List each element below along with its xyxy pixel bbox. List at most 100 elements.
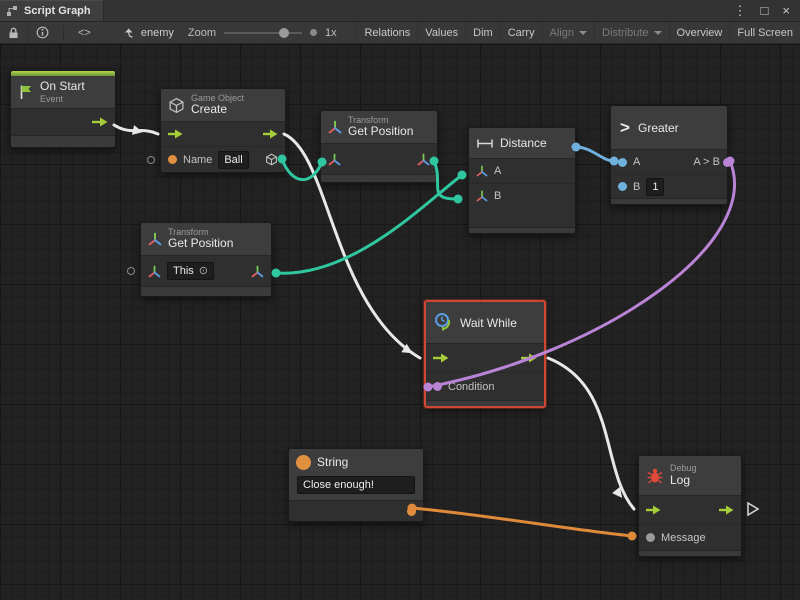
position-output-port[interactable] [417,153,430,166]
lock-icon [8,27,19,39]
input-port-a[interactable] [618,158,627,167]
wire-arrowhead [612,487,626,501]
node-string[interactable]: String Close enough! [288,448,424,522]
zoom-slider-track[interactable] [224,32,302,34]
control-input-port[interactable] [433,353,449,363]
object-picker-icon[interactable]: ⊙ [199,264,208,278]
unconnected-control-output-arrow [748,503,758,515]
node-on-start-event[interactable]: On Start Event [10,70,116,148]
script-graph-icon [6,5,18,17]
relations-button[interactable]: Relations [356,22,417,43]
transform-input-port[interactable] [148,265,161,278]
node-debug-log[interactable]: Debug Log Message [638,455,742,557]
node-game-object-create[interactable]: Game Object Create Name Ball [160,88,286,173]
b-value-field[interactable]: 1 [646,178,664,196]
result-output-port[interactable] [723,158,732,167]
flag-icon [18,84,34,100]
node-header: Transform Get Position [321,111,437,144]
control-output-port[interactable] [521,353,537,363]
name-value-field[interactable]: Ball [218,151,248,169]
string-output-port[interactable] [407,507,416,516]
graph-breadcrumb[interactable]: enemy [123,27,174,39]
overview-button[interactable]: Overview [669,22,730,43]
unconnected-port-ring [127,267,135,275]
wire-arrowhead [132,125,144,137]
info-icon [36,26,49,39]
node-footer [141,286,271,296]
target-object-field[interactable]: This ⊙ [167,262,214,280]
node-title: On Start [40,80,85,94]
node-value-area: Close enough! [289,475,423,501]
full-screen-button[interactable]: Full Screen [729,22,800,43]
wait-clock-icon [433,312,454,333]
node-subtitle: Event [40,94,85,104]
window-menu-icon[interactable]: ⋮ [734,4,747,17]
input-port-b[interactable] [618,182,627,191]
control-output-port[interactable] [263,129,278,139]
align-button[interactable]: Align [542,22,594,43]
port-label: Message [661,532,706,544]
wire-arrowhead [401,344,415,358]
window-tab[interactable]: Script Graph [0,0,104,21]
message-input-port[interactable] [646,533,655,542]
code-icon: <> [78,27,91,39]
port-label: A [494,165,501,177]
node-get-position-1[interactable]: Transform Get Position [320,110,438,183]
graph-canvas[interactable]: On Start Event Game Object Create [0,44,800,600]
position-output-port[interactable] [251,265,264,278]
node-title: Get Position [348,125,413,139]
dim-button[interactable]: Dim [465,22,500,43]
node-get-position-2[interactable]: Transform Get Position This ⊙ [140,222,272,297]
window-close-icon[interactable]: × [782,4,790,17]
node-footer [611,198,727,204]
string-value-field[interactable]: Close enough! [297,476,415,494]
name-input-port[interactable] [168,155,177,164]
node-footer [639,550,741,556]
window-maximize-icon[interactable]: □ [761,4,769,17]
target-value: This [173,264,194,278]
node-footer [321,174,437,182]
vector-input-port-b[interactable] [476,190,488,202]
game-object-output-port[interactable] [265,153,278,166]
lock-button[interactable] [0,22,27,43]
wire-create-to-getposition1 [282,159,322,180]
greater-icon: > [618,118,632,138]
node-header: Game Object Create [161,89,285,122]
node-distance[interactable]: Distance A B [468,127,576,234]
condition-input-port[interactable] [433,382,442,391]
source-code-button[interactable]: <> [70,22,99,43]
control-input-port[interactable] [646,505,661,515]
graph-toolbar: <> enemy Zoom 1x Relations Values Dim Ca… [0,22,800,44]
distribute-button-label: Distribute [602,27,648,39]
title-bar: Script Graph ⋮ □ × [0,0,800,22]
port-label: B [494,190,501,202]
port-label: B [633,181,640,193]
control-input-port[interactable] [168,129,183,139]
node-title: Wait While [460,316,517,330]
node-header: Debug Log [639,456,741,496]
toolbar-separator [63,26,64,40]
vector-input-port-a[interactable] [476,165,488,177]
parent-graph-arrow-icon [123,28,135,38]
zoom-label: Zoom [188,27,216,39]
string-icon [296,455,311,470]
control-output-port[interactable] [92,117,108,127]
values-button[interactable]: Values [417,22,465,43]
dropdown-arrow-icon [654,31,662,35]
transform-input-port[interactable] [328,153,341,166]
distribute-button[interactable]: Distribute [594,22,668,43]
node-header: Transform Get Position [141,223,271,256]
transform-icon [328,120,342,134]
bug-icon [646,467,664,485]
zoom-slider[interactable] [224,28,302,38]
node-greater[interactable]: > Greater A A > B B 1 [610,105,728,205]
node-body-spacer [469,207,575,227]
node-title: Greater [638,121,679,135]
node-header: String [289,449,423,475]
info-button[interactable] [27,22,57,43]
carry-button[interactable]: Carry [500,22,542,43]
node-footer [469,227,575,233]
zoom-slider-thumb[interactable] [279,28,289,38]
control-output-port[interactable] [719,505,734,515]
node-wait-while[interactable]: Wait While Condition [424,300,546,408]
